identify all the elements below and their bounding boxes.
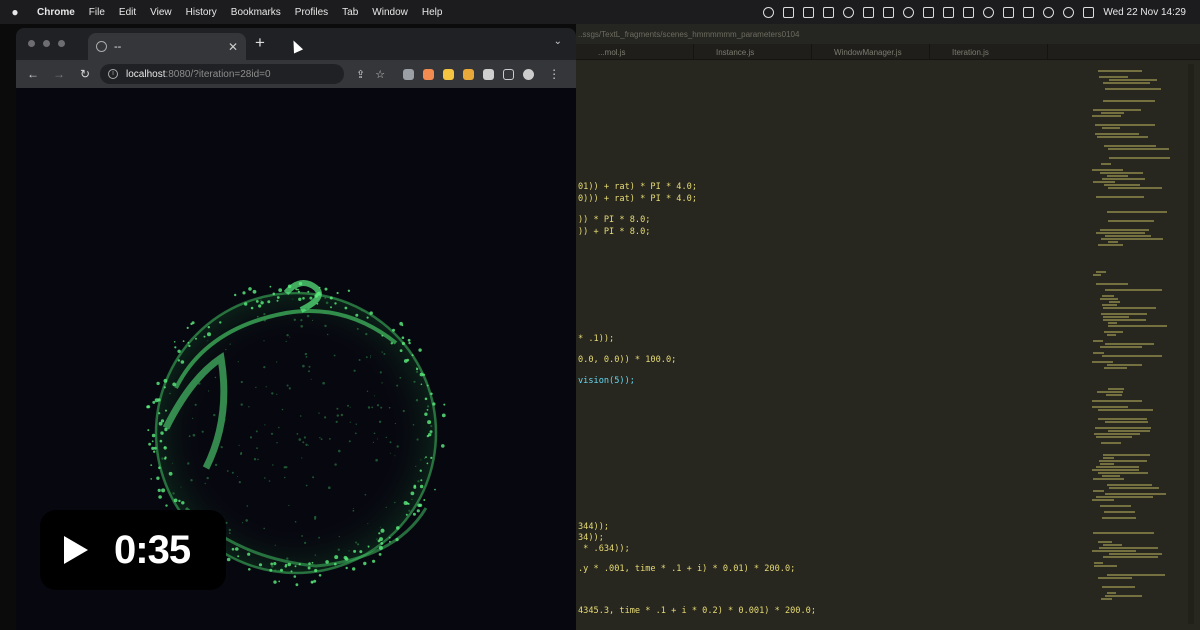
code-line: .y * .001, time * .1 + i) * 0.01) * 200.…: [578, 564, 796, 574]
back-button[interactable]: ←: [22, 67, 44, 81]
document-icon[interactable]: [823, 6, 835, 18]
keyboard-icon[interactable]: [1003, 6, 1015, 18]
menu-help[interactable]: Help: [415, 7, 450, 18]
menu-file[interactable]: File: [82, 7, 112, 18]
menu-app-name[interactable]: Chrome: [30, 7, 82, 18]
menu-clock[interactable]: Wed 22 Nov 14:29: [1103, 7, 1186, 18]
url-host: localhost: [126, 68, 166, 80]
close-window-button[interactable]: [28, 40, 35, 47]
menu-window[interactable]: Window: [365, 7, 415, 18]
editor-path: ..ssgs/TextL_fragments/scenes_hmmmmmm_pa…: [576, 24, 1200, 44]
extension-icon[interactable]: [403, 68, 415, 80]
color-picker-icon[interactable]: [843, 6, 855, 18]
control-center-icon[interactable]: [1083, 6, 1095, 18]
code-line: 0))) + rat) * PI * 4.0;: [578, 194, 697, 204]
window-controls: [28, 40, 65, 47]
side-panel-icon[interactable]: [503, 68, 515, 80]
volume-icon[interactable]: [943, 6, 955, 18]
tab-title: --: [114, 40, 122, 53]
menu-bookmarks[interactable]: Bookmarks: [224, 7, 288, 18]
video-duration: 0:35: [114, 527, 191, 572]
script-icon[interactable]: [803, 6, 815, 18]
code-minimap[interactable]: [1092, 64, 1176, 624]
record-icon[interactable]: [983, 6, 995, 18]
display-icon[interactable]: [883, 6, 895, 18]
code-line: vision(5));: [578, 376, 635, 386]
code-line: * .1));: [578, 334, 615, 344]
code-line: 34));: [578, 533, 604, 543]
editor-tab[interactable]: Instance.js: [694, 44, 812, 59]
new-tab-button[interactable]: +: [255, 33, 265, 53]
wifi-icon[interactable]: [1043, 6, 1055, 18]
battery-icon[interactable]: [1023, 6, 1035, 18]
zoom-window-button[interactable]: [58, 40, 65, 47]
code-line: )) * PI * 8.0;: [578, 215, 651, 225]
bluetooth-icon[interactable]: [963, 6, 975, 18]
url-path: :8080/?iteration=28id=0: [165, 68, 271, 80]
bookmark-star-icon[interactable]: ☆: [375, 68, 385, 81]
minimize-window-button[interactable]: [43, 40, 50, 47]
tab-search-chevron-icon[interactable]: ⌄: [554, 36, 562, 47]
editor-scrollbar[interactable]: [1188, 64, 1194, 624]
battery-widget-icon[interactable]: [923, 6, 935, 18]
extension-icon[interactable]: [443, 68, 455, 80]
code-line: 01)) + rat) * PI * 4.0;: [578, 182, 697, 192]
browser-tab[interactable]: -- ✕: [88, 33, 246, 60]
code-editor: ..ssgs/TextL_fragments/scenes_hmmmmmm_pa…: [576, 24, 1200, 630]
reload-button[interactable]: ↻: [74, 67, 96, 81]
extensions-bar: [403, 68, 535, 80]
menu-edit[interactable]: Edit: [112, 7, 143, 18]
a-box-icon[interactable]: [863, 6, 875, 18]
code-line: * .634));: [578, 544, 630, 554]
close-tab-icon[interactable]: ✕: [228, 40, 238, 54]
site-info-icon[interactable]: i: [108, 69, 118, 79]
apple-menu-icon[interactable]: ●: [0, 5, 30, 19]
search-icon[interactable]: [1063, 6, 1075, 18]
share-icon[interactable]: ⇪: [356, 68, 365, 81]
profile-icon[interactable]: [523, 68, 535, 80]
code-line: 344));: [578, 522, 610, 532]
editor-tab[interactable]: WindowManager.js: [812, 44, 930, 59]
menu-profiles[interactable]: Profiles: [288, 7, 335, 18]
sync-icon[interactable]: [763, 6, 775, 18]
address-bar[interactable]: i localhost:8080/?iteration=28id=0: [100, 64, 344, 84]
extension-icon[interactable]: [463, 68, 475, 80]
code-line: 4345.3, time * .1 + i * 0.2) * 0.001) * …: [578, 606, 816, 616]
code-area[interactable]: 01)) + rat) * PI * 4.0; 0))) + rat) * PI…: [576, 64, 1086, 630]
timer-icon[interactable]: [903, 6, 915, 18]
menu-history[interactable]: History: [179, 7, 224, 18]
puzzle-extensions-icon[interactable]: [483, 68, 495, 80]
play-icon: [64, 536, 88, 564]
omnibox-actions: ⇪ ☆: [356, 68, 385, 81]
editor-tab[interactable]: ...mol.js: [576, 44, 694, 59]
forward-button[interactable]: →: [48, 67, 70, 81]
video-play-button[interactable]: 0:35: [40, 510, 226, 590]
extension-icon[interactable]: [423, 68, 435, 80]
editor-tabs: ...mol.js Instance.js WindowManager.js I…: [576, 44, 1200, 60]
editor-tab[interactable]: Iteration.js: [930, 44, 1048, 59]
menu-view[interactable]: View: [143, 7, 179, 18]
browser-menu-icon[interactable]: ⋮: [548, 67, 560, 81]
menu-tab[interactable]: Tab: [335, 7, 365, 18]
screen-tool-icon[interactable]: [783, 6, 795, 18]
browser-toolbar: ← → ↻ i localhost:8080/?iteration=28id=0…: [16, 60, 576, 88]
menu-bar: ● Chrome File Edit View History Bookmark…: [0, 0, 1200, 24]
status-area: Wed 22 Nov 14:29: [763, 6, 1200, 18]
globe-icon: [96, 41, 107, 52]
code-line: 0.0, 0.0)) * 100.0;: [578, 355, 677, 365]
code-line: )) + PI * 8.0;: [578, 227, 651, 237]
